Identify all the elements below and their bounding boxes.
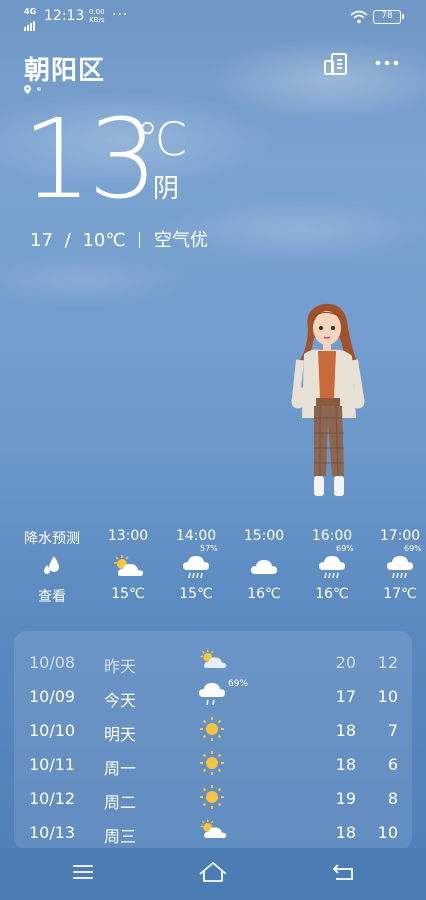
rain-cloud-icon: 69% xyxy=(370,544,426,586)
hourly-item: 14:00 57% 15℃ xyxy=(166,528,226,602)
forecast-date: 10/08 xyxy=(29,653,76,672)
sun-icon xyxy=(200,717,224,741)
rain-cloud-icon: 57% xyxy=(166,544,226,586)
page-dot xyxy=(37,87,41,91)
daily-row[interactable]: 10/12 周二 19 8 xyxy=(14,783,412,817)
status-bar: 4G 12:13 0.00 KB/s ··· 78 xyxy=(0,0,426,34)
partly-cloudy-icon xyxy=(200,819,227,838)
daily-row[interactable]: 10/13 周三 18 10 xyxy=(14,817,412,851)
network-type: 4G xyxy=(24,7,37,16)
sun-icon xyxy=(200,785,224,809)
forecast-day: 周一 xyxy=(104,759,137,778)
more-notifications-icon: ··· xyxy=(112,7,129,23)
forecast-low: 6 xyxy=(387,755,398,774)
forecast-high: 18 xyxy=(335,823,356,842)
forecast-high: 18 xyxy=(335,755,356,774)
daily-row[interactable]: 10/08 昨天 20 12 xyxy=(14,647,412,681)
forecast-date: 10/11 xyxy=(29,755,76,774)
hour-temp: 17℃ xyxy=(383,586,417,602)
range-separator: / xyxy=(64,230,71,251)
air-quality[interactable]: 空气优 xyxy=(154,230,208,251)
home-icon[interactable] xyxy=(198,860,228,884)
sun-icon xyxy=(200,751,224,775)
hour-label: 降水预测 xyxy=(24,531,80,547)
forecast-low: 10 xyxy=(377,687,398,706)
raindrops-icon xyxy=(22,546,82,586)
hourly-item: 17:00 69% 17℃ xyxy=(370,528,426,602)
character-illustration xyxy=(291,303,365,496)
precip-probability: 69% xyxy=(228,679,249,689)
city-manage-icon[interactable] xyxy=(323,52,349,76)
forecast-date: 10/10 xyxy=(29,721,76,740)
daily-forecast-panel[interactable]: 10/08 昨天 20 12 10/09 今天 69% 17 10 10/10 … xyxy=(14,631,412,850)
forecast-low: 12 xyxy=(377,653,398,672)
forecast-day: 昨天 xyxy=(104,657,137,676)
forecast-low: 8 xyxy=(387,789,398,808)
system-nav-bar xyxy=(0,848,426,900)
wifi-icon xyxy=(350,10,368,24)
forecast-high: 17 xyxy=(335,687,356,706)
hourly-item: 16:00 69% 16℃ xyxy=(302,528,362,602)
precip-probability: 57% xyxy=(200,544,218,553)
status-time: 12:13 xyxy=(44,8,85,24)
forecast-date: 10/13 xyxy=(29,823,76,842)
hour-temp: 16℃ xyxy=(247,586,281,602)
battery-indicator: 78 xyxy=(373,10,404,24)
precip-probability: 69% xyxy=(336,544,354,553)
forecast-date: 10/12 xyxy=(29,789,76,808)
daily-row[interactable]: 10/10 明天 18 7 xyxy=(14,715,412,749)
location-pin-icon xyxy=(24,84,31,94)
hour-temp: 16℃ xyxy=(315,586,349,602)
menu-icon[interactable] xyxy=(72,862,94,882)
precip-forecast-column[interactable]: 降水预测 查看 xyxy=(22,528,82,606)
speed-value: 0.00 xyxy=(89,8,105,16)
forecast-high: 19 xyxy=(335,789,356,808)
network-speed: 0.00 KB/s xyxy=(89,8,105,24)
city-name[interactable]: 朝阳区 xyxy=(24,50,105,87)
forecast-day: 周三 xyxy=(104,827,137,846)
forecast-day: 周二 xyxy=(104,793,137,812)
forecast-date: 10/09 xyxy=(29,687,76,706)
forecast-day: 今天 xyxy=(104,691,137,710)
hour-label: 13:00 xyxy=(107,528,149,544)
forecast-low: 10 xyxy=(377,823,398,842)
forecast-high: 20 xyxy=(335,653,356,672)
partly-cloudy-icon xyxy=(200,649,227,668)
low-temp: 10℃ xyxy=(82,230,126,251)
forecast-day: 明天 xyxy=(104,725,137,744)
temperature-range: 17 / 10℃ 空气优 xyxy=(30,226,208,252)
hourly-item: 13:00 15℃ xyxy=(98,528,158,602)
hour-temp: 15℃ xyxy=(111,586,145,602)
weather-condition: 阴 xyxy=(153,174,180,204)
temperature-unit: ℃ xyxy=(136,112,188,166)
precip-view-link[interactable]: 查看 xyxy=(22,586,82,606)
rain-cloud-icon: 69% xyxy=(302,544,362,586)
forecast-low: 7 xyxy=(387,721,398,740)
location-indicator xyxy=(24,84,41,95)
hourly-forecast: 降水预测 查看 13:00 15℃ 14:00 57% 15℃ 15:00 16… xyxy=(0,528,426,608)
back-icon[interactable] xyxy=(332,862,354,882)
more-menu-icon[interactable] xyxy=(374,58,400,68)
hourly-item: 15:00 16℃ xyxy=(234,528,294,602)
divider xyxy=(139,232,141,248)
speed-unit: KB/s xyxy=(89,16,105,24)
daily-row[interactable]: 10/11 周一 18 6 xyxy=(14,749,412,783)
hour-temp: 15℃ xyxy=(179,586,213,602)
partly-cloudy-icon xyxy=(98,546,158,586)
daily-row[interactable]: 10/09 今天 69% 17 10 xyxy=(14,679,412,715)
high-temp: 17 xyxy=(30,230,53,251)
forecast-high: 18 xyxy=(335,721,356,740)
rain-cloud-icon xyxy=(199,683,225,706)
precip-probability: 69% xyxy=(404,544,422,553)
current-temperature: 13 xyxy=(22,95,158,223)
hour-label: 15:00 xyxy=(243,528,285,544)
cloud-icon xyxy=(234,546,294,586)
signal-icon xyxy=(24,16,36,31)
